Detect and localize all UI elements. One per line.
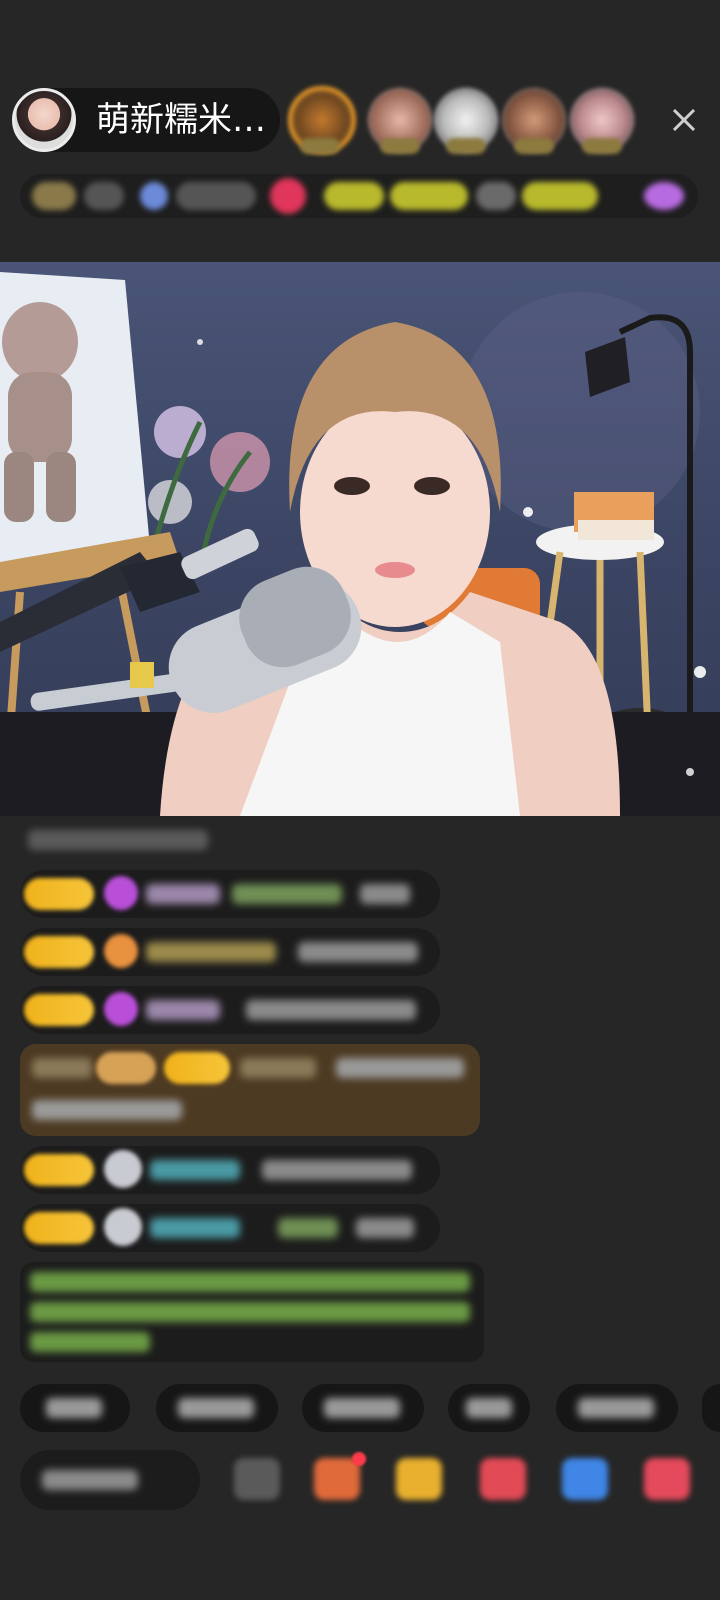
user-level-badge — [24, 1154, 94, 1186]
user-avatar — [104, 1208, 142, 1246]
red-packet-icon[interactable] — [480, 1458, 526, 1500]
quick-action-label — [324, 1398, 400, 1418]
chat-username[interactable] — [32, 1058, 92, 1078]
gift-icon[interactable] — [644, 1458, 690, 1500]
quick-action-label — [578, 1398, 654, 1418]
user-level-badge — [24, 1212, 94, 1244]
emoji-icon[interactable] — [234, 1458, 280, 1500]
viewer-rank-badge — [300, 138, 340, 154]
chat-text — [360, 884, 410, 904]
quick-action-label — [178, 1398, 254, 1418]
room-badge-icon[interactable] — [644, 182, 684, 210]
system-notice-line — [30, 1302, 470, 1322]
user-avatar — [104, 1150, 142, 1188]
live-video[interactable] — [0, 262, 720, 816]
user-level-badge — [24, 878, 94, 910]
chat-text — [336, 1058, 464, 1078]
fan-badge-icon — [104, 934, 138, 968]
chat-username[interactable] — [146, 942, 276, 962]
chat-username[interactable] — [240, 1058, 316, 1078]
chat-text — [278, 1218, 338, 1238]
chat-text — [262, 1160, 412, 1180]
room-tag[interactable] — [476, 182, 516, 210]
close-icon[interactable] — [664, 100, 704, 140]
user-level-badge — [24, 936, 94, 968]
vip-badge — [96, 1052, 156, 1084]
room-tag[interactable] — [324, 182, 384, 210]
host-name[interactable]: 萌新糯米… — [96, 100, 266, 140]
quick-action-label — [466, 1398, 512, 1418]
room-stat — [84, 182, 124, 210]
chat-username[interactable] — [150, 1160, 240, 1180]
viewer-rank-badge — [514, 138, 554, 154]
chat-text — [246, 1000, 416, 1020]
chat-text — [232, 884, 342, 904]
room-badge-icon — [140, 182, 168, 210]
fan-badge-icon — [104, 992, 138, 1026]
user-level-badge — [24, 994, 94, 1026]
room-badge[interactable] — [32, 182, 76, 210]
host-avatar[interactable] — [12, 88, 76, 152]
chat-username[interactable] — [146, 884, 220, 904]
chat-text — [356, 1218, 414, 1238]
treasure-icon[interactable] — [396, 1458, 442, 1500]
viewer-rank-badge — [582, 138, 622, 154]
room-badge-icon — [270, 178, 306, 214]
system-notice-line — [30, 1332, 150, 1352]
chat-username[interactable] — [146, 1000, 220, 1020]
chat-text — [298, 942, 418, 962]
system-notice-line — [30, 1272, 470, 1292]
room-stat — [176, 182, 256, 210]
room-tag[interactable] — [522, 182, 598, 210]
fan-badge-icon — [104, 876, 138, 910]
chat-text — [32, 1100, 182, 1120]
notification-dot — [352, 1452, 366, 1466]
chat-username[interactable] — [150, 1218, 240, 1238]
gift-box-icon[interactable] — [314, 1458, 360, 1500]
viewer-rank-badge — [380, 138, 420, 154]
user-level-badge — [164, 1052, 230, 1084]
room-tag[interactable] — [390, 182, 468, 210]
viewer-rank-badge — [446, 138, 486, 154]
quick-action-label — [46, 1398, 102, 1418]
chat-message — [28, 830, 208, 850]
game-icon[interactable] — [562, 1458, 608, 1500]
streamer-video-frame — [0, 272, 720, 816]
quick-action-chip[interactable] — [702, 1384, 720, 1432]
comment-input-placeholder — [42, 1470, 138, 1490]
